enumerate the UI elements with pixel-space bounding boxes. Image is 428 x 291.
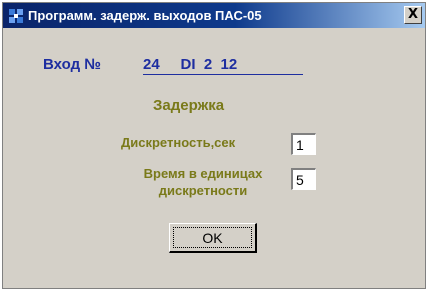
app-icon bbox=[8, 8, 24, 24]
discreteness-field[interactable] bbox=[291, 133, 316, 155]
input-number-value: 24 DI 2 12 bbox=[143, 56, 303, 75]
window-title: Программ. задерж. выходов ПАС-05 bbox=[28, 8, 262, 23]
discreteness-label: Дискретность,сек bbox=[121, 135, 236, 150]
time-units-label-line2: дискретности bbox=[158, 183, 248, 198]
time-units-label-line1: Время в единицах bbox=[143, 166, 263, 181]
ok-button[interactable]: OK bbox=[169, 223, 257, 253]
dialog-window: Программ. задерж. выходов ПАС-05 X Вход … bbox=[2, 2, 426, 289]
close-button[interactable]: X bbox=[404, 6, 422, 24]
input-number-label: Вход № bbox=[43, 56, 101, 73]
ok-button-label: OK bbox=[173, 227, 252, 248]
delay-heading: Задержка bbox=[153, 97, 225, 114]
time-units-field[interactable] bbox=[291, 168, 316, 190]
title-bar[interactable]: Программ. задерж. выходов ПАС-05 X bbox=[3, 3, 425, 28]
close-icon: X bbox=[407, 7, 419, 22]
time-units-label: Время в единицах дискретности bbox=[118, 165, 288, 199]
